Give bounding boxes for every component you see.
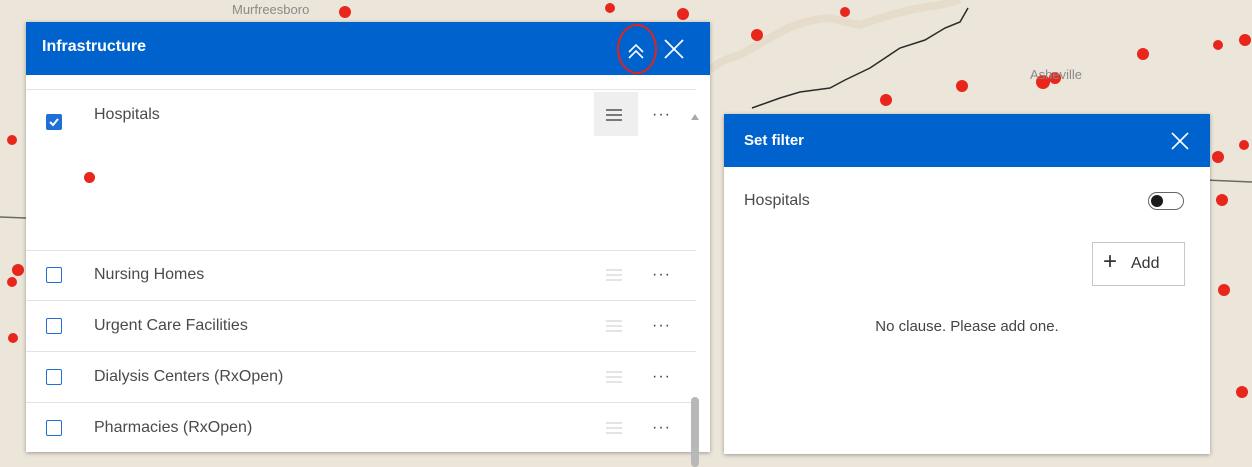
hospital-marker[interactable] bbox=[7, 277, 17, 287]
red-dot-icon bbox=[84, 172, 95, 183]
close-icon bbox=[1171, 132, 1189, 150]
panel-title: Infrastructure bbox=[42, 38, 147, 55]
infrastructure-panel: Infrastructure Hospitals ··· Nursing Hom… bbox=[26, 22, 710, 467]
filter-layer-name: Hospitals bbox=[744, 192, 810, 209]
layer-checkbox[interactable] bbox=[46, 114, 62, 130]
hospital-marker[interactable] bbox=[840, 7, 850, 17]
more-options-icon[interactable]: ··· bbox=[652, 317, 671, 335]
filter-toggle[interactable] bbox=[1148, 192, 1184, 210]
road-line bbox=[0, 216, 27, 219]
layer-row-pharmacies: Pharmacies (RxOpen) ··· bbox=[26, 403, 696, 453]
empty-clause-message: No clause. Please add one. bbox=[875, 318, 1059, 335]
plus-icon: + bbox=[1103, 248, 1118, 275]
hospital-marker[interactable] bbox=[1218, 284, 1230, 296]
more-options-icon[interactable]: ··· bbox=[652, 368, 671, 386]
layer-label: Hospitals bbox=[94, 106, 160, 123]
more-options-icon[interactable]: ··· bbox=[652, 106, 671, 124]
checkmark-icon bbox=[49, 118, 59, 127]
panel-header: Infrastructure bbox=[26, 22, 710, 75]
hospital-marker[interactable] bbox=[8, 333, 18, 343]
list-icon[interactable] bbox=[603, 419, 627, 437]
list-icon bbox=[606, 109, 622, 121]
filter-close-button[interactable] bbox=[1167, 128, 1195, 156]
more-options-icon[interactable]: ··· bbox=[652, 266, 671, 284]
collapse-button[interactable] bbox=[619, 30, 653, 70]
layer-checkbox[interactable] bbox=[46, 318, 62, 334]
map-region-border bbox=[707, 0, 961, 73]
filter-header: Set filter bbox=[724, 114, 1210, 167]
scrollbar-thumb[interactable] bbox=[691, 397, 699, 467]
filter-title: Set filter bbox=[744, 132, 805, 149]
more-options-icon[interactable]: ··· bbox=[652, 419, 671, 437]
layer-checkbox[interactable] bbox=[46, 420, 62, 436]
hospital-marker[interactable] bbox=[880, 94, 892, 106]
set-filter-panel: Set filter Hospitals + Add No clause. Pl… bbox=[724, 114, 1210, 454]
scroll-up-arrow[interactable] bbox=[691, 114, 699, 120]
hospital-marker[interactable] bbox=[339, 6, 351, 18]
hospital-marker[interactable] bbox=[1137, 48, 1149, 60]
road-line bbox=[1204, 179, 1252, 183]
layer-row-hospitals: Hospitals ··· bbox=[26, 89, 696, 251]
layer-row-nursing-homes: Nursing Homes ··· bbox=[26, 250, 696, 301]
hospital-marker[interactable] bbox=[12, 264, 24, 276]
hospital-marker[interactable] bbox=[751, 29, 763, 41]
close-icon bbox=[664, 39, 684, 59]
layer-row-dialysis-centers: Dialysis Centers (RxOpen) ··· bbox=[26, 352, 696, 403]
map-label-city: Murfreesboro bbox=[232, 2, 310, 17]
hospital-marker[interactable] bbox=[1236, 386, 1248, 398]
hospital-marker[interactable] bbox=[956, 80, 968, 92]
layer-label: Pharmacies (RxOpen) bbox=[94, 419, 253, 436]
hospital-marker[interactable] bbox=[1213, 40, 1223, 50]
layer-checkbox[interactable] bbox=[46, 369, 62, 385]
add-clause-button[interactable]: + Add bbox=[1092, 242, 1185, 286]
list-icon[interactable] bbox=[603, 317, 627, 335]
layer-row-urgent-care: Urgent Care Facilities ··· bbox=[26, 301, 696, 352]
hospital-marker[interactable] bbox=[7, 135, 17, 145]
layer-label: Nursing Homes bbox=[94, 266, 205, 283]
layer-label: Dialysis Centers (RxOpen) bbox=[94, 368, 284, 385]
list-icon[interactable] bbox=[603, 266, 627, 284]
list-icon[interactable] bbox=[603, 368, 627, 386]
close-button[interactable] bbox=[660, 35, 688, 63]
layer-label: Urgent Care Facilities bbox=[94, 317, 248, 334]
hospital-marker[interactable] bbox=[1216, 194, 1228, 206]
double-chevron-up-icon bbox=[628, 43, 644, 59]
layer-checkbox[interactable] bbox=[46, 267, 62, 283]
add-label: Add bbox=[1131, 255, 1160, 272]
hospital-marker[interactable] bbox=[677, 8, 689, 20]
hospital-marker[interactable] bbox=[605, 3, 615, 13]
hospital-marker[interactable] bbox=[1239, 140, 1249, 150]
toggle-knob bbox=[1151, 195, 1163, 207]
map-label-city: Asheville bbox=[1030, 67, 1083, 82]
hospital-marker[interactable] bbox=[1239, 34, 1251, 46]
hospital-marker[interactable] bbox=[1212, 151, 1224, 163]
